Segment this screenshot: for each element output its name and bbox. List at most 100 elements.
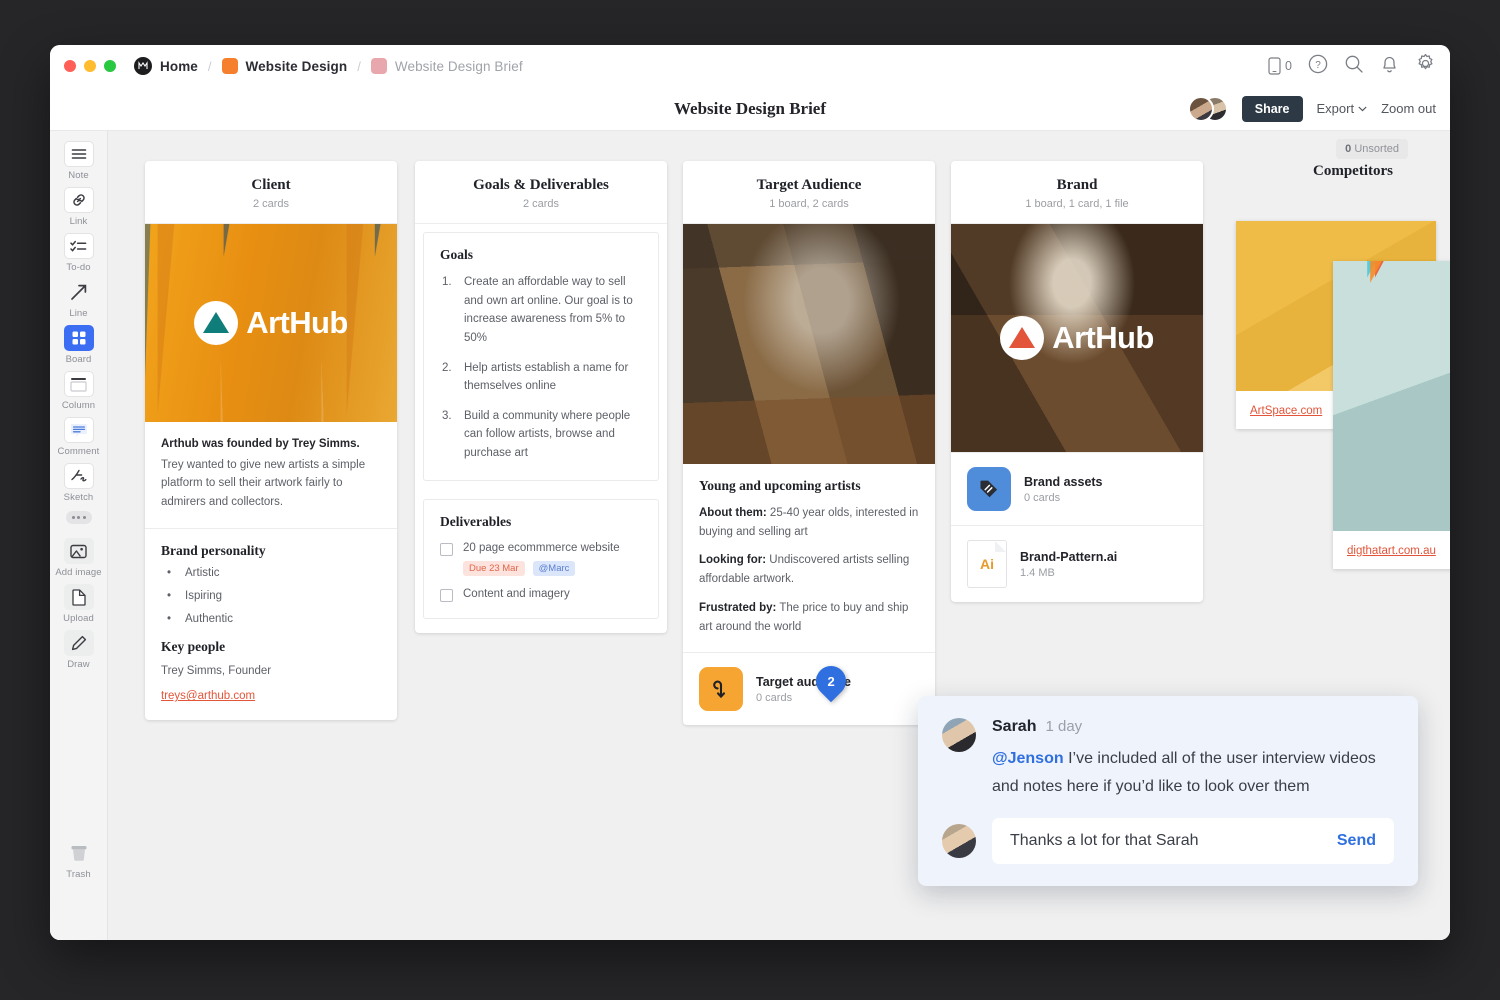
audience-row-label: Looking for:	[699, 554, 766, 566]
brand-cover-image[interactable]: ArtHub	[951, 224, 1203, 452]
ai-file-badge: Ai	[980, 556, 994, 572]
maximize-window-button[interactable]	[104, 60, 116, 72]
comment-header: Sarah1 day @Jenson I’ve included all of …	[942, 718, 1394, 800]
minimize-window-button[interactable]	[84, 60, 96, 72]
board-icon	[64, 325, 94, 351]
board-subtitle-audience: 1 board, 2 cards	[693, 198, 925, 210]
sidebar-item-todo[interactable]: To-do	[55, 233, 103, 273]
list-item: Authentic	[161, 613, 381, 625]
close-window-button[interactable]	[64, 60, 76, 72]
sidebar-item-column[interactable]: Column	[55, 371, 103, 411]
breadcrumb-item-website-design[interactable]: Website Design	[222, 58, 348, 74]
audience-note-card[interactable]: Young and upcoming artists About them: 2…	[683, 464, 935, 652]
audience-row-label: About them	[699, 507, 763, 519]
draw-pencil-icon	[64, 630, 94, 656]
board-title-client: Client	[155, 177, 387, 194]
mention-badge[interactable]: @Marc	[533, 561, 576, 576]
board-header-brand: Brand 1 board, 1 card, 1 file	[951, 161, 1203, 224]
brand-file-size: 1.4 MB	[1020, 567, 1117, 579]
reply-input[interactable]: Thanks a lot for that Sarah Send	[992, 818, 1394, 864]
audience-cover-image[interactable]	[683, 224, 935, 464]
search-button[interactable]	[1344, 54, 1364, 79]
goals-list: Create an affordable way to sell and own…	[440, 273, 642, 463]
titlebar-actions: 0 ?	[1268, 53, 1436, 79]
chevron-down-icon	[1358, 106, 1367, 112]
board-canvas[interactable]: 0 Unsorted Client 2 cards ArtHub	[108, 131, 1450, 940]
sidebar-label-column: Column	[62, 400, 95, 411]
board-competitors[interactable]: Competitors	[1228, 163, 1450, 180]
board-brand[interactable]: Brand 1 board, 1 card, 1 file ArtHub	[951, 161, 1203, 602]
brand-assets-row[interactable]: Brand assets 0 cards	[951, 452, 1203, 525]
client-cover-image[interactable]: ArtHub	[145, 224, 397, 422]
due-date-badge[interactable]: Due 23 Mar	[463, 561, 525, 576]
client-email-link[interactable]: treys@arthub.com	[161, 690, 255, 702]
board-target-audience[interactable]: Target Audience 1 board, 2 cards Young a…	[683, 161, 935, 725]
sidebar-item-link[interactable]: Link	[55, 187, 103, 227]
board-hook-icon	[699, 667, 743, 711]
note-icon	[64, 141, 94, 167]
subboard-target-audience[interactable]: Target audience 0 cards	[683, 653, 935, 725]
deliverables-card[interactable]: Deliverables 20 page ecommmerce website …	[423, 499, 659, 619]
breadcrumb-label-website-design: Website Design	[246, 59, 348, 74]
competitor-image-digthatart	[1333, 261, 1450, 531]
arthub-logo-text: ArtHub	[246, 305, 347, 341]
avatar	[1188, 96, 1214, 122]
board-title-brand: Brand	[961, 177, 1193, 194]
sidebar-item-sketch[interactable]: Sketch	[55, 463, 103, 503]
comment-mention[interactable]: @Jenson	[992, 750, 1064, 767]
help-button[interactable]: ?	[1308, 54, 1328, 79]
search-icon	[1344, 54, 1364, 74]
board-title-goals: Goals & Deliverables	[425, 177, 657, 194]
audience-subboard-row[interactable]: Target audience 0 cards 2	[683, 652, 935, 725]
client-brand-card[interactable]: Brand personality Artistic Ispiring Auth…	[145, 528, 397, 721]
sidebar-item-draw[interactable]: Draw	[55, 630, 103, 670]
client-note-body: Trey wanted to give new artists a simple…	[161, 456, 381, 512]
settings-button[interactable]	[1415, 53, 1436, 79]
deliverable-item[interactable]: Content and imagery	[440, 588, 642, 602]
competitor-link-artspace[interactable]: ArtSpace.com	[1250, 405, 1322, 417]
sidebar-item-comment[interactable]: Comment	[55, 417, 103, 457]
sidebar-item-line[interactable]: Line	[55, 279, 103, 319]
sidebar-item-note[interactable]: Note	[55, 141, 103, 181]
client-note-card[interactable]: Arthub was founded by Trey Simms. Trey w…	[145, 422, 397, 528]
share-button[interactable]: Share	[1242, 96, 1303, 122]
sidebar-item-trash[interactable]: Trash	[55, 840, 103, 880]
board-goals-deliverables[interactable]: Goals & Deliverables 2 cards Goals Creat…	[415, 161, 667, 633]
breadcrumb-separator: /	[206, 59, 214, 74]
brand-assets-sub: 0 cards	[1024, 492, 1103, 504]
breadcrumb-item-website-design-brief[interactable]: Website Design Brief	[371, 58, 523, 74]
window-controls[interactable]	[64, 60, 116, 72]
collaborator-avatars[interactable]	[1188, 96, 1228, 122]
audience-row: Frustrated by: The price to buy and ship…	[699, 599, 919, 636]
list-item: Ispiring	[161, 590, 381, 602]
board-client[interactable]: Client 2 cards ArtHub Arthub was founded…	[145, 161, 397, 720]
export-dropdown[interactable]: Export	[1317, 101, 1368, 116]
line-arrow-icon	[64, 279, 94, 305]
unsorted-badge[interactable]: 0 Unsorted	[1336, 139, 1408, 159]
board-header-goals: Goals & Deliverables 2 cards	[415, 161, 667, 224]
comment-pin-count: 2	[827, 674, 834, 689]
send-button[interactable]: Send	[1337, 832, 1376, 850]
gear-icon	[1415, 53, 1436, 74]
notifications-button[interactable]	[1380, 54, 1399, 79]
deliverable-tags: Due 23 Mar @Marc	[463, 561, 642, 576]
goals-card[interactable]: Goals Create an affordable way to sell a…	[423, 232, 659, 481]
checkbox[interactable]	[440, 543, 453, 556]
competitor-card-digthatart[interactable]: digthatart.com.au	[1333, 261, 1450, 569]
sidebar-item-upload[interactable]: Upload	[55, 584, 103, 624]
breadcrumb-item-home[interactable]: Home	[134, 57, 198, 75]
brand-file-row[interactable]: Ai Brand-Pattern.ai 1.4 MB	[951, 525, 1203, 602]
sidebar-item-board[interactable]: Board	[55, 325, 103, 365]
mobile-icon	[1268, 57, 1281, 75]
deliverable-item[interactable]: 20 page ecommmerce website	[440, 542, 642, 556]
sidebar-label-todo: To-do	[66, 262, 90, 273]
sidebar-item-more[interactable]	[55, 511, 103, 524]
checkbox[interactable]	[440, 589, 453, 602]
orange-square-icon	[222, 58, 238, 74]
sidebar-item-add-image[interactable]: Add image	[55, 538, 103, 578]
mobile-button[interactable]: 0	[1268, 57, 1292, 75]
competitor-link-digthatart[interactable]: digthatart.com.au	[1347, 545, 1436, 557]
comment-popup[interactable]: Sarah1 day @Jenson I’ve included all of …	[918, 696, 1418, 886]
zoom-out-button[interactable]: Zoom out	[1381, 101, 1436, 116]
mobile-count: 0	[1285, 59, 1292, 73]
